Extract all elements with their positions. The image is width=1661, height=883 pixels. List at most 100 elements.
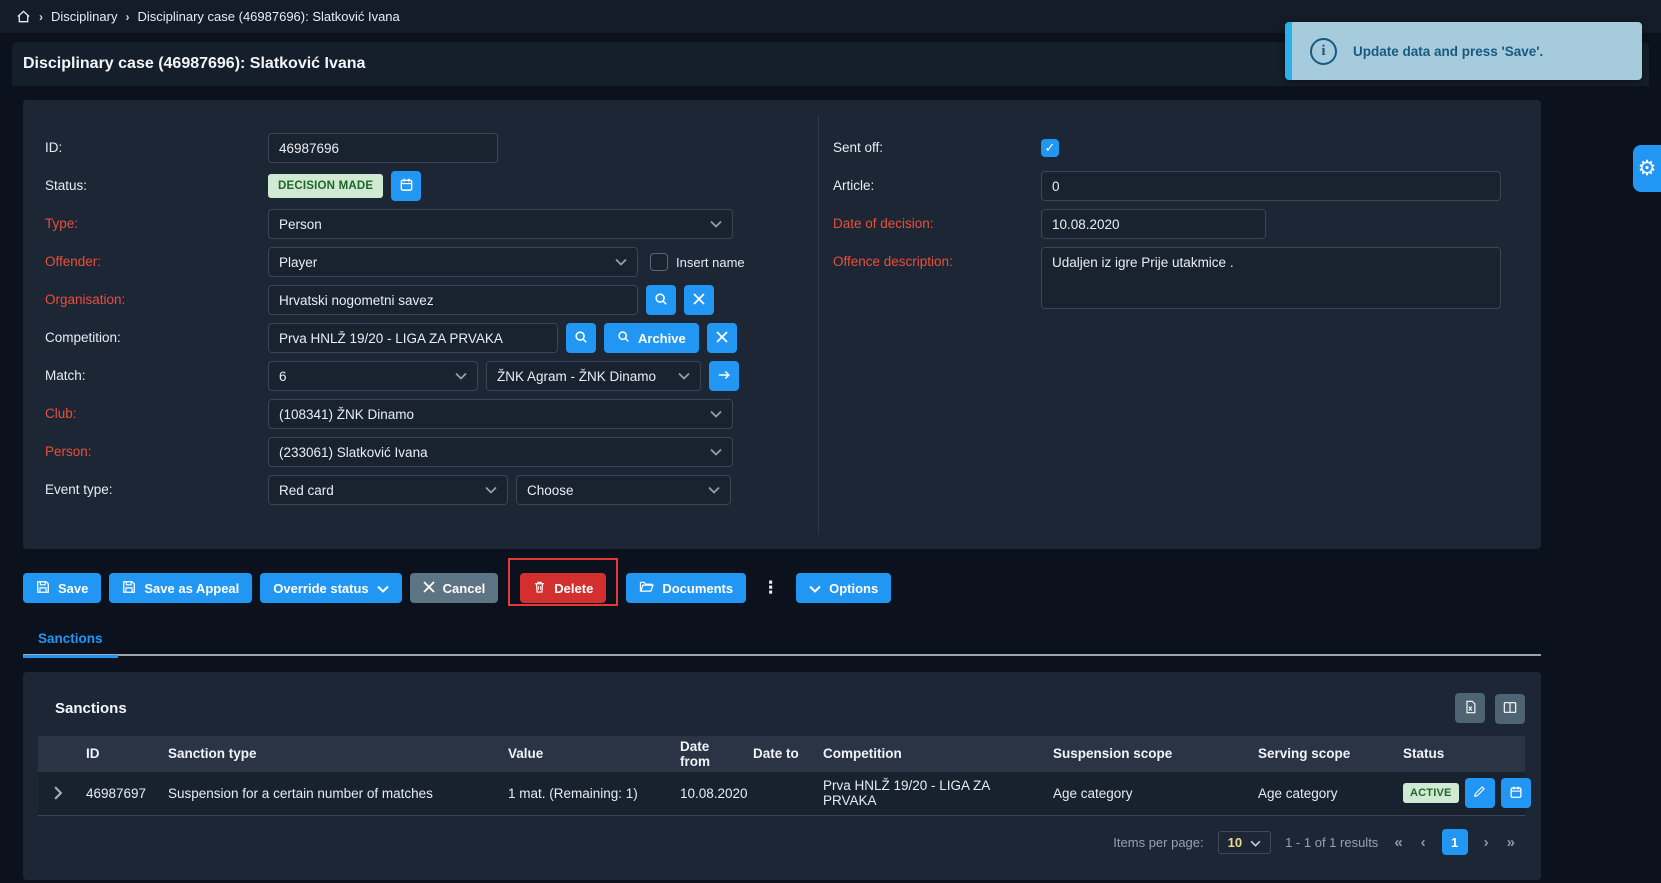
date-of-decision-input[interactable] (1041, 209, 1266, 239)
cell-date-from: 10.08.2020 (672, 772, 745, 816)
home-icon[interactable] (16, 9, 31, 24)
actions-toolbar: Save Save as Appeal Override status Canc… (23, 573, 891, 603)
match-name-select[interactable]: ŽNK Agram - ŽNK Dinamo (486, 361, 701, 391)
save-as-appeal-button[interactable]: Save as Appeal (109, 573, 252, 603)
page-number-button[interactable]: 1 (1442, 829, 1468, 855)
columns-button[interactable] (1495, 694, 1525, 724)
case-form-card: ID: Status: DECISION MADE Type: Person (23, 100, 1541, 549)
row-expand-chevron-icon[interactable] (46, 786, 70, 800)
search-icon (617, 330, 630, 346)
pencil-icon (1473, 785, 1486, 801)
save-icon (122, 580, 136, 597)
override-status-button[interactable]: Override status (260, 573, 401, 603)
sanction-history-button[interactable] (1501, 778, 1531, 808)
search-icon (654, 292, 668, 309)
col-value: Value (500, 736, 672, 772)
col-competition: Competition (815, 736, 1045, 772)
competition-clear-button[interactable] (707, 323, 737, 353)
cell-id: 46987697 (78, 772, 160, 816)
documents-button[interactable]: Documents (626, 573, 746, 603)
col-suspension-scope: Suspension scope (1045, 736, 1250, 772)
type-select[interactable]: Person (268, 209, 733, 239)
close-icon (716, 331, 728, 346)
cell-date-to (745, 772, 815, 816)
id-label: ID: (23, 133, 268, 163)
status-badge: DECISION MADE (268, 174, 383, 198)
organisation-search-button[interactable] (646, 285, 676, 315)
cell-value: 1 mat. (Remaining: 1) (500, 772, 672, 816)
cell-sanction-type: Suspension for a certain number of match… (160, 772, 500, 816)
panel-tools (1449, 693, 1525, 724)
match-number-select[interactable]: 6 (268, 361, 478, 391)
col-sanction-type: Sanction type (160, 736, 500, 772)
status-label: Status: (23, 171, 268, 201)
first-page-button[interactable]: « (1392, 834, 1404, 851)
chevron-down-icon (710, 448, 722, 456)
breadcrumb-disciplinary[interactable]: Disciplinary (51, 9, 117, 24)
event-subtype-select[interactable]: Choose (516, 475, 731, 505)
save-as-appeal-label: Save as Appeal (144, 581, 239, 596)
organisation-clear-button[interactable] (684, 285, 714, 315)
chevron-right-icon: › (125, 10, 129, 24)
calendar-icon (399, 177, 414, 195)
tab-sanctions[interactable]: Sanctions (23, 625, 118, 658)
next-page-button[interactable]: › (1482, 834, 1491, 851)
col-serving-scope: Serving scope (1250, 736, 1395, 772)
id-input[interactable] (268, 133, 498, 163)
col-date-from: Date from (672, 736, 745, 772)
chevron-down-icon (1250, 835, 1261, 850)
sanctions-panel-title: Sanctions (55, 700, 127, 717)
status-history-button[interactable] (391, 171, 421, 201)
insert-name-checkbox[interactable] (650, 253, 668, 271)
chevron-down-icon (678, 372, 690, 380)
competition-archive-button[interactable]: Archive (604, 323, 699, 353)
go-to-match-button[interactable] (709, 361, 739, 391)
article-input[interactable] (1041, 171, 1501, 201)
competition-search-button[interactable] (566, 323, 596, 353)
club-label: Club: (23, 399, 268, 429)
organisation-input[interactable] (268, 285, 638, 315)
close-icon (423, 581, 435, 596)
type-value: Person (279, 217, 322, 232)
save-button[interactable]: Save (23, 573, 101, 603)
delete-button[interactable]: Delete (520, 573, 606, 603)
chevron-down-icon (485, 486, 497, 494)
items-per-page-select[interactable]: 10 (1218, 831, 1271, 854)
save-label: Save (58, 581, 88, 596)
info-icon: i (1310, 38, 1337, 65)
offence-description-textarea[interactable]: Udaljen iz igre Prije utakmice . (1041, 247, 1501, 309)
folder-open-icon (639, 580, 654, 596)
chevron-down-icon (615, 258, 627, 266)
edit-sanction-button[interactable] (1465, 778, 1495, 808)
more-actions-dots-icon[interactable]: ⋮ (762, 578, 780, 598)
event-type-value: Red card (279, 483, 334, 498)
archive-label: Archive (638, 331, 686, 346)
search-icon (574, 330, 588, 347)
settings-gear-button[interactable]: ⚙ (1633, 145, 1661, 192)
offender-select[interactable]: Player (268, 247, 638, 277)
chevron-right-icon: › (39, 10, 43, 24)
competition-label: Competition: (23, 323, 268, 353)
options-button[interactable]: Options (796, 573, 891, 603)
table-header-row: ID Sanction type Value Date from Date to… (38, 736, 1525, 772)
event-type-select[interactable]: Red card (268, 475, 508, 505)
club-select[interactable]: (108341) ŽNK Dinamo (268, 399, 733, 429)
breadcrumb-current: Disciplinary case (46987696): Slatković … (137, 9, 399, 24)
competition-input[interactable] (268, 323, 558, 353)
toast-message: Update data and press 'Save'. (1353, 44, 1543, 59)
sent-off-checkbox[interactable]: ✓ (1041, 139, 1059, 157)
cell-competition: Prva HNLŽ 19/20 - LIGA ZA PRVAKA (815, 772, 1045, 816)
export-excel-button[interactable] (1455, 693, 1485, 723)
match-label: Match: (23, 361, 268, 391)
cell-serving-scope: Age category (1250, 772, 1395, 816)
person-select[interactable]: (233061) Slatković Ivana (268, 437, 733, 467)
columns-icon (1503, 701, 1517, 717)
last-page-button[interactable]: » (1505, 834, 1517, 851)
person-label: Person: (23, 437, 268, 467)
documents-label: Documents (662, 581, 733, 596)
previous-page-button[interactable]: ‹ (1419, 834, 1428, 851)
cancel-button[interactable]: Cancel (410, 573, 499, 603)
sanctions-panel: Sanctions ID Sanction type Value Date fr… (23, 672, 1541, 880)
insert-name-label: Insert name (676, 255, 745, 270)
status-active-badge: ACTIVE (1403, 783, 1459, 803)
